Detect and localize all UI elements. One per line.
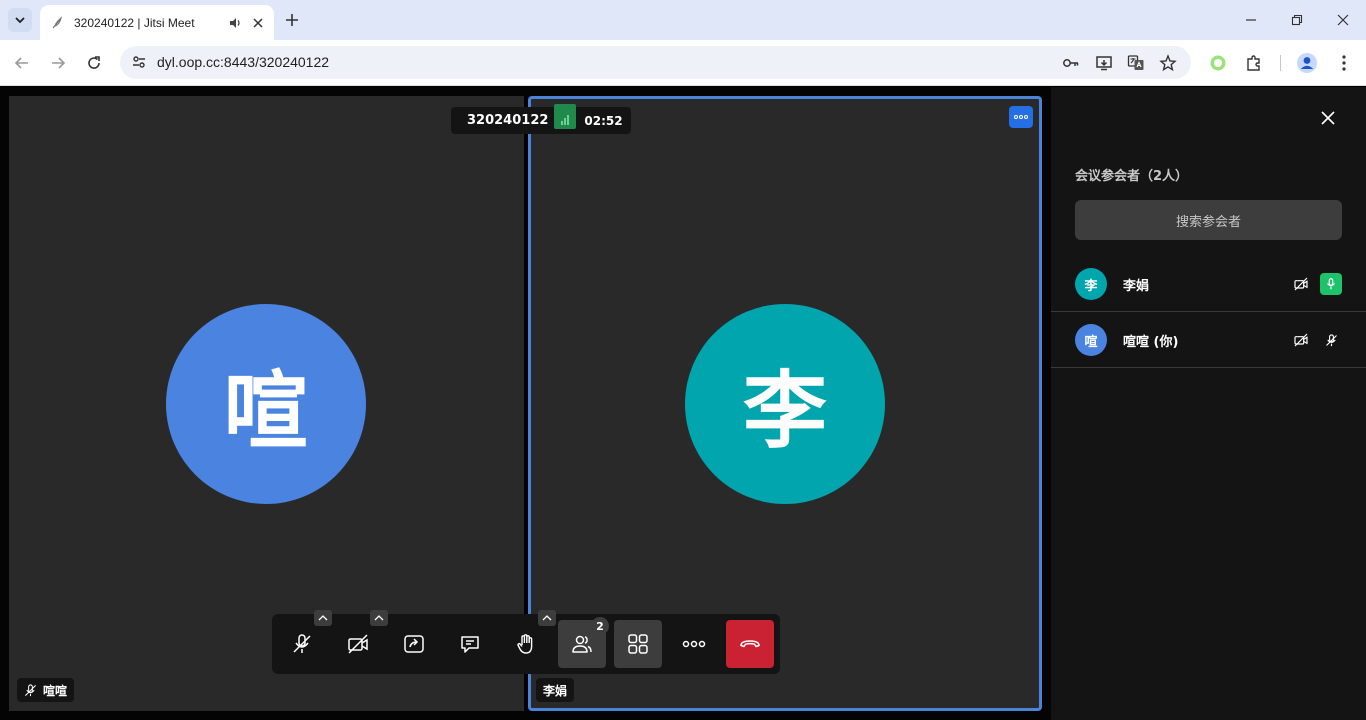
tab-title: 320240122 | Jitsi Meet [74,15,195,30]
avatar-initial: 喧 [1084,334,1098,350]
conference-stage: 喧 喧喧 李 李娟 320240122 02:52 2 [0,87,1051,720]
arrow-left-icon [14,57,28,69]
reload-button[interactable] [82,51,106,75]
install-app-icon[interactable] [1093,52,1115,74]
share-screen-button[interactable] [390,620,438,668]
chevron-up-icon [374,615,384,621]
restore-icon [1291,14,1303,26]
participant-name: 李娟 [543,683,568,698]
url-text[interactable]: dyl.oop.cc:8443/320240122 [157,54,329,70]
camera-button[interactable] [334,610,388,668]
connection-signal-icon[interactable] [554,104,577,129]
extensions-puzzle-icon[interactable] [1242,51,1266,75]
tile-view-button[interactable] [614,620,662,668]
arrow-right-icon [52,57,66,69]
chevron-up-icon [318,615,328,621]
avatar-initial: 李 [1084,278,1098,294]
translate-icon[interactable] [1125,52,1147,74]
browser-tab-strip: 320240122 | Jitsi Meet [0,0,1366,40]
avatar-initial: 喧 [223,361,308,460]
more-actions-button[interactable] [670,620,718,668]
participants-heading: 会议参会者（2人） [1075,169,1189,184]
tab-search-button[interactable] [8,8,32,32]
window-minimize-button[interactable] [1228,0,1274,40]
tile-more-button[interactable] [1009,106,1033,128]
close-panel-button[interactable] [1316,106,1340,130]
participants-panel: 会议参会者（2人） 搜索参会者 李 李娟 喧 喧喧 (你) [1051,87,1366,720]
feather-icon [50,15,64,30]
tab-close-icon[interactable] [252,17,264,29]
extension-green-icon[interactable] [1206,51,1230,75]
participant-divider [1051,367,1366,368]
close-icon [1337,14,1349,26]
phone-hangup-icon [740,640,760,648]
participant-item[interactable]: 李 李娟 [1051,256,1366,312]
bookmark-star-icon[interactable] [1157,52,1179,74]
raise-hand-icon [517,634,533,654]
tile-view-icon [628,634,648,654]
window-restore-button[interactable] [1274,0,1320,40]
participant-item[interactable]: 喧 喧喧 (你) [1051,312,1366,368]
participant-avatar: 李 [685,304,885,504]
more-dots-icon [682,640,706,648]
chevron-up-icon [542,615,552,621]
meeting-timer: 02:52 [584,113,623,128]
more-dots-icon [1014,115,1028,119]
plus-icon [286,14,298,26]
raise-hand-button[interactable] [502,610,556,668]
participant-name: 喧喧 [43,683,68,698]
mic-muted-icon [25,683,36,696]
new-tab-button[interactable] [282,10,302,30]
window-close-button[interactable] [1320,0,1366,40]
room-name: 320240122 [467,113,549,128]
participant-name: 李娟 [1123,278,1150,294]
speaker-icon[interactable] [228,16,242,30]
avatar-initial: 李 [742,361,827,460]
reactions-caret[interactable] [538,610,556,626]
participant-avatar: 李 [1075,268,1107,300]
profile-avatar-icon[interactable] [1295,51,1319,75]
mic-muted-icon [1320,329,1342,351]
mic-on-icon [1320,273,1342,295]
screen-share-icon [404,635,424,653]
camera-off-icon [1293,332,1309,348]
reload-icon [88,56,100,69]
chat-icon [461,636,479,653]
microphone-button[interactable] [278,610,332,668]
forward-button[interactable] [46,51,70,75]
camera-off-icon [348,634,368,654]
participant-avatar: 喧 [1075,324,1107,356]
chat-button[interactable] [446,620,494,668]
participant-search-input[interactable]: 搜索参会者 [1075,200,1342,240]
participants-icon [572,635,592,653]
minimize-icon [1246,19,1256,21]
close-icon [1321,111,1335,125]
participants-count-badge: 2 [591,617,609,635]
mic-muted-icon [293,634,311,653]
address-bar[interactable]: dyl.oop.cc:8443/320240122 [120,46,1191,79]
participant-avatar: 喧 [166,304,366,504]
browser-tab-active[interactable]: 320240122 | Jitsi Meet [40,5,274,40]
participant-name-tag: 喧喧 [17,678,75,702]
toolbar-divider [1280,55,1281,71]
camera-off-icon [1293,276,1309,292]
meeting-info-bar: 320240122 02:52 [451,104,631,134]
browser-menu-icon[interactable] [1332,51,1356,75]
site-info-icon[interactable] [128,51,150,73]
meeting-toolbar: 2 [272,610,780,674]
browser-toolbar: dyl.oop.cc:8443/320240122 [0,40,1366,86]
chevron-down-icon [15,17,25,24]
audio-settings-caret[interactable] [314,610,332,626]
video-settings-caret[interactable] [370,610,388,626]
participant-name-tag: 李娟 [536,678,575,702]
back-button[interactable] [10,51,34,75]
participant-name: 喧喧 (你) [1123,334,1179,350]
participants-button[interactable]: 2 [558,617,609,668]
password-key-icon[interactable] [1060,52,1082,74]
hangup-button[interactable] [726,620,774,668]
